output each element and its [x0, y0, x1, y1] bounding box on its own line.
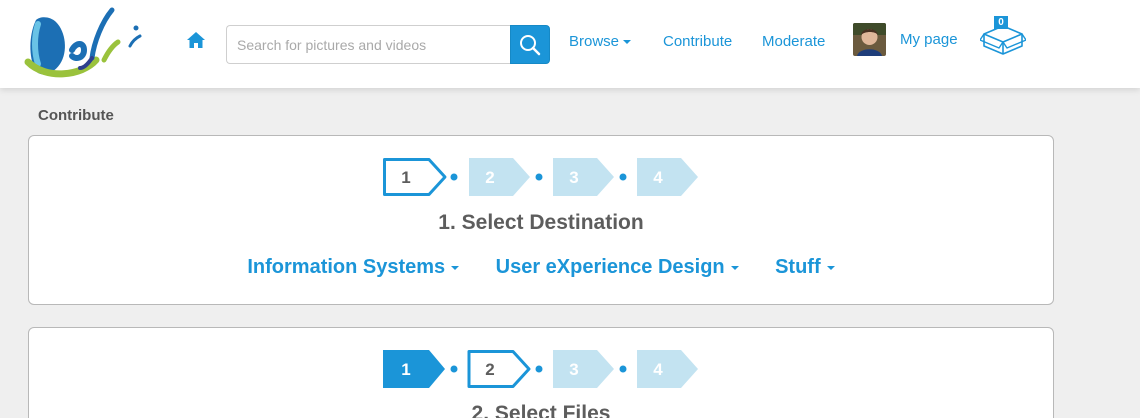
step-indicator: 1 2 3 4 [383, 158, 698, 196]
chevron-down-icon [623, 40, 632, 45]
step-heading: 1. Select Destination [438, 211, 644, 234]
step-3-label: 3 [569, 168, 578, 187]
step-4-label: 4 [653, 168, 663, 187]
step-4[interactable]: 4 [637, 158, 698, 196]
destination-panel: 1 2 3 4 1. Select Destination Informatio… [28, 135, 1054, 305]
step-heading: 2. Select Files [471, 402, 611, 418]
nav-contribute-label: Contribute [663, 33, 733, 50]
step-separator-dot [450, 173, 458, 181]
step-2[interactable]: 2 [469, 158, 530, 196]
step-separator-dot [450, 365, 458, 373]
step-indicator: 1 2 3 4 [383, 350, 698, 388]
step-2-label: 2 [485, 168, 494, 187]
home-icon[interactable] [186, 31, 206, 49]
chevron-down-icon [826, 265, 835, 270]
destination-ux-design-dropdown[interactable]: User eXperience Design [496, 256, 739, 279]
destination-label: Information Systems [247, 256, 446, 278]
nav-moderate-label: Moderate [762, 33, 826, 50]
destination-label: User eXperience Design [495, 256, 725, 278]
step-2-label: 2 [485, 360, 494, 379]
step-1[interactable]: 1 [383, 350, 445, 388]
step-1-label: 1 [401, 168, 410, 187]
step-1[interactable]: 1 [383, 158, 447, 196]
user-avatar[interactable] [853, 23, 886, 56]
step-separator-dot [535, 173, 543, 181]
top-navbar: Browse Contribute Moderate My page 0 [0, 0, 1140, 88]
nav-my-page-label: My page [900, 31, 958, 48]
search-input[interactable] [226, 25, 512, 64]
collection-count-badge: 0 [994, 16, 1008, 29]
chevron-down-icon [730, 265, 739, 270]
step-separator-dot [619, 365, 627, 373]
step-1-label: 1 [401, 360, 410, 379]
step-4-label: 4 [653, 360, 663, 379]
nav-browse-label: Browse [569, 33, 620, 50]
search-button[interactable] [510, 25, 550, 64]
collection-box-button[interactable]: 0 [980, 16, 1026, 58]
step-3[interactable]: 3 [553, 158, 614, 196]
nav-my-page[interactable]: My page [900, 31, 958, 48]
step-separator-dot [535, 365, 543, 373]
nav-contribute[interactable]: Contribute [663, 33, 732, 50]
dali-logo[interactable] [22, 2, 148, 82]
files-panel: 1 2 3 4 2. Select Files [28, 327, 1054, 418]
nav-moderate[interactable]: Moderate [762, 33, 825, 50]
page-title: Contribute [38, 107, 114, 124]
nav-browse-dropdown[interactable]: Browse [569, 33, 632, 50]
step-3[interactable]: 3 [553, 350, 614, 388]
destination-information-systems-dropdown[interactable]: Information Systems [247, 256, 460, 279]
chevron-down-icon [451, 265, 460, 270]
step-3-label: 3 [569, 360, 578, 379]
destination-list: Information Systems User eXperience Desi… [29, 256, 1053, 279]
destination-stuff-dropdown[interactable]: Stuff [775, 256, 835, 279]
search-icon [520, 34, 541, 55]
destination-label: Stuff [775, 256, 821, 278]
step-4[interactable]: 4 [637, 350, 698, 388]
step-2[interactable]: 2 [467, 350, 531, 388]
step-separator-dot [619, 173, 627, 181]
